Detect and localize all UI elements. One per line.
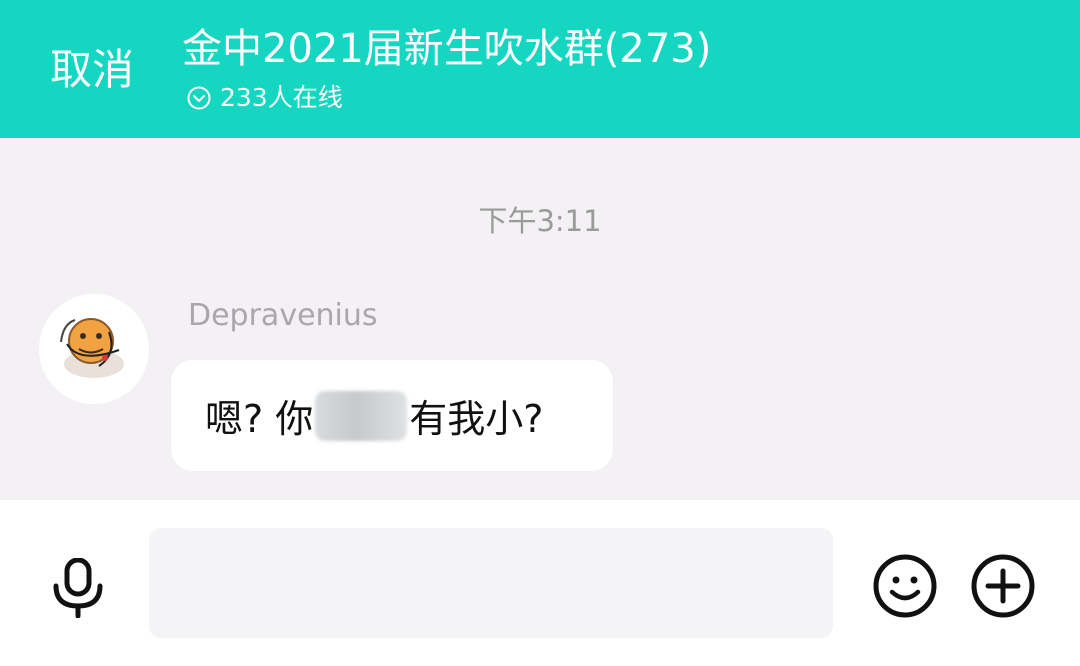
avatar[interactable]	[39, 294, 149, 404]
sender-name: Depravenius	[188, 298, 378, 333]
message-bubble[interactable]: 嗯? 你 有我小?	[171, 360, 613, 471]
message-text-start: 嗯? 你	[205, 397, 314, 441]
group-title[interactable]: 金中2021届新生吹水群(273)	[182, 22, 711, 76]
online-count: 233人在线	[220, 83, 343, 112]
cartoon-face-avatar-icon	[39, 294, 149, 404]
emoji-icon[interactable]	[872, 553, 938, 619]
message-list[interactable]: 下午3:11 Depravenius 嗯? 你 有我小?	[0, 138, 1080, 500]
plus-icon[interactable]	[970, 553, 1036, 619]
redacted-blur	[315, 390, 408, 441]
chevron-down-circle-icon	[187, 86, 211, 110]
chat-header: 取消 金中2021届新生吹水群(273) 233人在线	[0, 0, 1080, 138]
microphone-icon[interactable]	[50, 558, 106, 618]
message-text-end: 有我小?	[409, 397, 544, 441]
input-bar	[0, 500, 1080, 666]
online-status[interactable]: 233人在线	[186, 80, 343, 116]
message-input[interactable]	[149, 528, 833, 638]
cancel-button[interactable]: 取消	[50, 42, 134, 98]
message-timestamp: 下午3:11	[478, 204, 602, 238]
